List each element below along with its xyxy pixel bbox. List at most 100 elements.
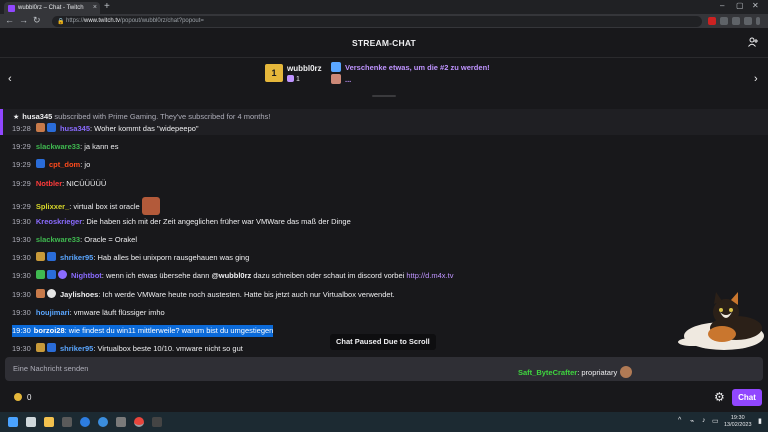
edge-icon[interactable] [80, 417, 90, 427]
page-title: STREAM-CHAT [352, 38, 416, 48]
sub-badge-icon[interactable] [46, 270, 56, 279]
chat-username[interactable]: Notbler [36, 179, 62, 188]
chat-message: 19:29 Splixxer_: virtual box ist oracle [12, 197, 160, 215]
chat-username[interactable]: Kreoskrieger [36, 217, 82, 226]
gift-leaderboard-banner: ‹ 1 wubbl0rz 1 Verschenke etwas, um die … [0, 58, 768, 98]
tab-close-icon[interactable]: × [93, 4, 97, 11]
chat-username[interactable]: houjimari [36, 308, 70, 317]
chat-text: : ja kann es [80, 142, 119, 151]
shield-badge-icon[interactable] [46, 289, 56, 298]
timestamp: 19:30 [12, 308, 31, 317]
app-icon[interactable] [62, 417, 72, 427]
new-tab-button[interactable]: + [104, 1, 110, 12]
sub-username[interactable]: husa345 [22, 112, 52, 121]
chat-username[interactable]: slackware33 [36, 142, 80, 151]
overlay-username: Saft_ByteCrafter [518, 368, 578, 377]
chat-mention[interactable]: @wubbl0rz [211, 271, 251, 280]
moderator-badge-icon[interactable] [35, 270, 45, 279]
chat-username[interactable]: shriker95 [60, 253, 93, 262]
chat-username[interactable]: cpt_dom [49, 160, 80, 169]
gift-icon [287, 75, 294, 82]
minimize-icon[interactable]: – [720, 1, 724, 10]
url-prefix: https:// [66, 18, 85, 24]
chat-username[interactable]: shriker95 [60, 344, 93, 353]
chat-username[interactable]: Nightbot [71, 271, 102, 280]
badge-icon[interactable] [35, 252, 45, 261]
chat-text: : vmware läuft flüssiger imho [69, 308, 165, 317]
gift-count-value: 1 [295, 76, 300, 83]
avatar [620, 366, 633, 378]
windows-start-icon[interactable] [8, 417, 18, 427]
gear-icon[interactable]: ⚙ [714, 390, 725, 404]
chat-username[interactable]: slackware33 [36, 235, 80, 244]
chat-username[interactable]: Jaylishoes [60, 290, 98, 299]
task-view-icon[interactable] [26, 417, 36, 427]
sub-badge-icon[interactable] [46, 252, 56, 261]
url-path: /popout/wubbl0rz/chat?popout= [120, 18, 204, 24]
banner-prev-button[interactable]: ‹ [8, 73, 12, 85]
chat-text: : Woher kommt das "widepeepo" [90, 124, 199, 133]
users-icon[interactable] [748, 37, 759, 50]
chat-text: : wenn ich etwas übersehe dann [101, 271, 212, 280]
chat-text-continued: dazu schreiben oder schaut im discord vo… [251, 271, 407, 280]
gift-cta-line1[interactable]: Verschenke etwas, um die #2 zu werden! [345, 63, 490, 72]
cat-overlay-image [678, 292, 764, 350]
chat-log[interactable]: ★ husa345 subscribed with Prime Gaming. T… [0, 98, 768, 354]
reload-button[interactable]: ↻ [33, 15, 41, 26]
menu-icon[interactable] [756, 17, 760, 25]
address-bar[interactable]: 🔒 https://www.twitch.tv/popout/wubbl0rz/… [52, 16, 702, 27]
chrome-icon[interactable] [134, 417, 144, 427]
terminal-icon[interactable] [152, 417, 162, 427]
top-gifter-name[interactable]: wubbl0rz [287, 64, 322, 73]
timestamp: 19:29 [12, 142, 31, 151]
puzzle-icon[interactable] [732, 17, 740, 25]
close-window-icon[interactable]: ✕ [752, 1, 759, 10]
file-explorer-icon[interactable] [44, 417, 54, 427]
tray-chevron-icon[interactable]: ^ [678, 417, 681, 424]
back-button[interactable]: ← [5, 15, 14, 25]
banner-next-button[interactable]: › [754, 73, 758, 85]
chat-username[interactable]: borzoi28 [33, 326, 65, 335]
gift-icon [331, 74, 341, 84]
taskbar-clock[interactable]: 19:30 13/02/2023 [724, 415, 752, 429]
profile-icon[interactable] [744, 17, 752, 25]
network-icon[interactable]: ⌁ [690, 417, 694, 425]
chat-message: 19:30 shriker95: Hab alles bei unixporn … [12, 252, 249, 264]
drag-handle[interactable] [372, 95, 396, 97]
notification-icon[interactable]: ▮ [758, 417, 762, 425]
chat-text: : Virtualbox beste 10/10. vmware nicht s… [93, 344, 243, 353]
sub-badge-icon[interactable] [46, 123, 56, 132]
chat-footer: 0 ⚙ Chat [0, 385, 768, 411]
extension-icon[interactable] [720, 17, 728, 25]
chat-username[interactable]: Splixxer_ [36, 202, 69, 211]
timestamp: 19:29 [12, 160, 31, 169]
channel-points-icon[interactable] [14, 393, 22, 401]
badge-icon[interactable] [35, 343, 45, 352]
forward-button[interactable]: → [19, 15, 28, 25]
volume-icon[interactable]: ♪ [702, 417, 706, 424]
verified-badge-icon[interactable] [57, 270, 67, 279]
chat-message: 19:30 slackware33: Oracle = Orakel [12, 234, 137, 246]
badge-icon[interactable] [35, 123, 45, 132]
chat-message: 19:30 shriker95: Virtualbox beste 10/10.… [12, 343, 243, 354]
app-icon[interactable] [116, 417, 126, 427]
sub-badge-icon[interactable] [35, 159, 45, 168]
chat-input[interactable]: Eine Nachricht senden [5, 357, 763, 381]
maximize-icon[interactable]: ▢ [736, 1, 744, 10]
emote-icon[interactable] [141, 197, 160, 215]
sub-badge-icon[interactable] [46, 343, 56, 352]
battery-icon[interactable]: ▭ [712, 417, 719, 425]
app-icon[interactable] [98, 417, 108, 427]
chat-message: 19:30 Nightbot: wenn ich etwas übersehe … [12, 270, 453, 282]
channel-points-value[interactable]: 0 [27, 393, 31, 402]
extension-icon[interactable] [708, 17, 716, 25]
badge-icon[interactable] [35, 289, 45, 298]
chat-link[interactable]: http://d.m4x.tv [406, 271, 453, 280]
prime-star-icon: ★ [13, 114, 20, 121]
send-chat-button[interactable]: Chat [732, 389, 762, 406]
chat-paused-button[interactable]: Chat Paused Due to Scroll [330, 334, 436, 350]
timestamp: 19:30 [12, 326, 31, 335]
browser-tab[interactable]: wubbl0rz – Chat - Twitch × [4, 2, 100, 14]
chat-username[interactable]: husa345 [60, 124, 90, 133]
gift-icon: 1 [265, 64, 283, 82]
